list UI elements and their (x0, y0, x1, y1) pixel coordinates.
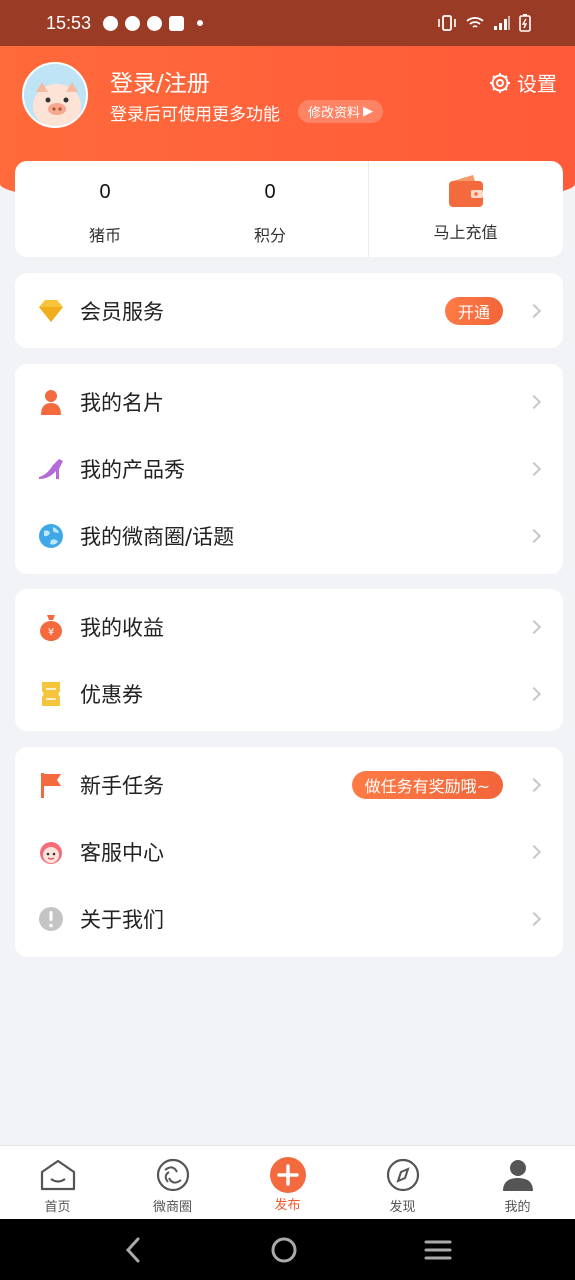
back-icon[interactable] (122, 1236, 146, 1264)
recents-menu-icon[interactable] (423, 1238, 453, 1262)
points-stat[interactable]: 0 积分 (235, 181, 305, 246)
chevron-right-icon (526, 394, 542, 409)
list-item-product-show[interactable]: 我的产品秀 (15, 435, 563, 502)
list-item-about-us[interactable]: 关于我们 (15, 885, 563, 952)
list-item-circle-topics[interactable]: 我的微商圈/话题 (15, 502, 563, 569)
svg-text:¥: ¥ (48, 627, 54, 638)
diamond-icon (37, 297, 65, 325)
vibrate-icon (438, 15, 456, 31)
coins-label: 猪币 (88, 226, 121, 245)
notification-icons (103, 15, 204, 31)
membership-row[interactable]: 会员服务 开通 (15, 273, 563, 348)
list-item-earnings[interactable]: ¥ 我的收益 (15, 593, 563, 660)
chevron-right-icon (526, 686, 542, 701)
list-item-label: 我的名片 (80, 390, 164, 415)
chevron-right-icon (526, 528, 542, 543)
home-icon (40, 1159, 75, 1191)
chevron-right-icon (526, 844, 542, 859)
coins-stat[interactable]: 0 猪币 (70, 181, 140, 246)
tab-mine[interactable]: 我的 (460, 1146, 575, 1219)
more-dot-icon (197, 20, 204, 26)
flag-icon (37, 771, 65, 799)
list-item-label: 我的产品秀 (80, 457, 185, 482)
stats-card: 0 猪币 0 积分 马上充值 (15, 161, 563, 257)
list-item-label: 我的收益 (80, 615, 164, 640)
recharge-button[interactable]: 马上充值 (368, 161, 563, 257)
tab-label: 首页 (44, 1200, 71, 1215)
triangle-right-icon: ▶ (363, 104, 374, 119)
check-notification-icon (147, 15, 163, 31)
membership-label: 会员服务 (80, 299, 164, 324)
coupon-icon (37, 680, 65, 708)
battery-icon (519, 14, 531, 32)
help-menu-card: 新手任务 做任务有奖励哦~ 客服中心 关于我们 (15, 747, 563, 957)
login-hint-text: 登录后可使用更多功能 (110, 105, 280, 125)
tab-label: 微商圈 (152, 1200, 192, 1215)
person-icon (37, 388, 65, 416)
tab-label: 发现 (389, 1200, 416, 1215)
edit-profile-label: 修改资料 (308, 106, 361, 121)
system-navigation-bar (0, 1219, 575, 1280)
settings-label: 设置 (517, 72, 557, 96)
pig-avatar-icon (24, 64, 86, 126)
tab-home[interactable]: 首页 (0, 1146, 115, 1219)
status-bar: 15:53 (0, 0, 575, 46)
membership-open-badge[interactable]: 开通 (444, 296, 503, 325)
list-item-customer-service[interactable]: 客服中心 (15, 818, 563, 885)
tab-publish[interactable]: 发布 (230, 1146, 345, 1219)
list-item-newbie-tasks[interactable]: 新手任务 做任务有奖励哦~ (15, 751, 563, 818)
profile-menu-card: 我的名片 我的产品秀 我的微商圈/话题 (15, 364, 563, 574)
money-bag-icon: ¥ (37, 613, 65, 641)
chevron-right-icon (526, 303, 542, 318)
list-item-business-card[interactable]: 我的名片 (15, 368, 563, 435)
tab-wechat-circle[interactable]: 微商圈 (115, 1146, 230, 1219)
recharge-label: 马上充值 (433, 223, 498, 242)
chevron-right-icon (526, 619, 542, 634)
chevron-right-icon (526, 911, 542, 926)
list-item-label: 优惠券 (80, 682, 143, 707)
list-item-label: 新手任务 (80, 773, 164, 798)
wallet-icon (448, 175, 483, 207)
globe-icon (37, 522, 65, 550)
list-item-label: 客服中心 (80, 840, 164, 865)
customer-service-icon (37, 838, 65, 866)
chevron-right-icon (526, 777, 542, 792)
avatar[interactable] (22, 62, 88, 128)
chevron-right-icon (526, 461, 542, 476)
list-item-label: 我的微商圈/话题 (80, 524, 235, 549)
points-value: 0 (264, 181, 276, 203)
gear-notification-icon (125, 15, 141, 31)
system-icons (437, 14, 531, 32)
signal-icon (494, 16, 510, 30)
status-time: 15:53 (46, 12, 92, 33)
edit-profile-button[interactable]: 修改资料 ▶ (298, 100, 384, 123)
tab-label: 我的 (504, 1200, 531, 1215)
user-icon (502, 1160, 533, 1191)
plus-icon (269, 1157, 306, 1193)
info-icon (37, 905, 65, 933)
earnings-menu-card: ¥ 我的收益 优惠券 (15, 589, 563, 731)
gear-icon (490, 72, 510, 93)
bottom-tab-bar: 首页 微商圈 发布 发现 我的 (0, 1145, 575, 1219)
login-register-link[interactable]: 登录/注册 (110, 64, 210, 98)
list-item-label: 关于我们 (80, 907, 164, 932)
points-label: 积分 (253, 226, 286, 245)
mail-icon (169, 15, 185, 31)
message-icon (103, 15, 119, 31)
home-circle-icon[interactable] (269, 1235, 299, 1265)
circle-icon (156, 1158, 189, 1192)
tab-label: 发布 (274, 1198, 301, 1213)
membership-card: 会员服务 开通 (15, 273, 563, 348)
task-reward-badge[interactable]: 做任务有奖励哦~ (351, 770, 503, 799)
tab-discover[interactable]: 发现 (345, 1146, 460, 1219)
list-item-coupons[interactable]: 优惠券 (15, 660, 563, 727)
compass-icon (386, 1158, 419, 1192)
coins-value: 0 (99, 181, 111, 203)
high-heel-icon (37, 455, 65, 483)
settings-button[interactable]: 设置 (489, 68, 557, 97)
wifi-icon (466, 17, 484, 28)
